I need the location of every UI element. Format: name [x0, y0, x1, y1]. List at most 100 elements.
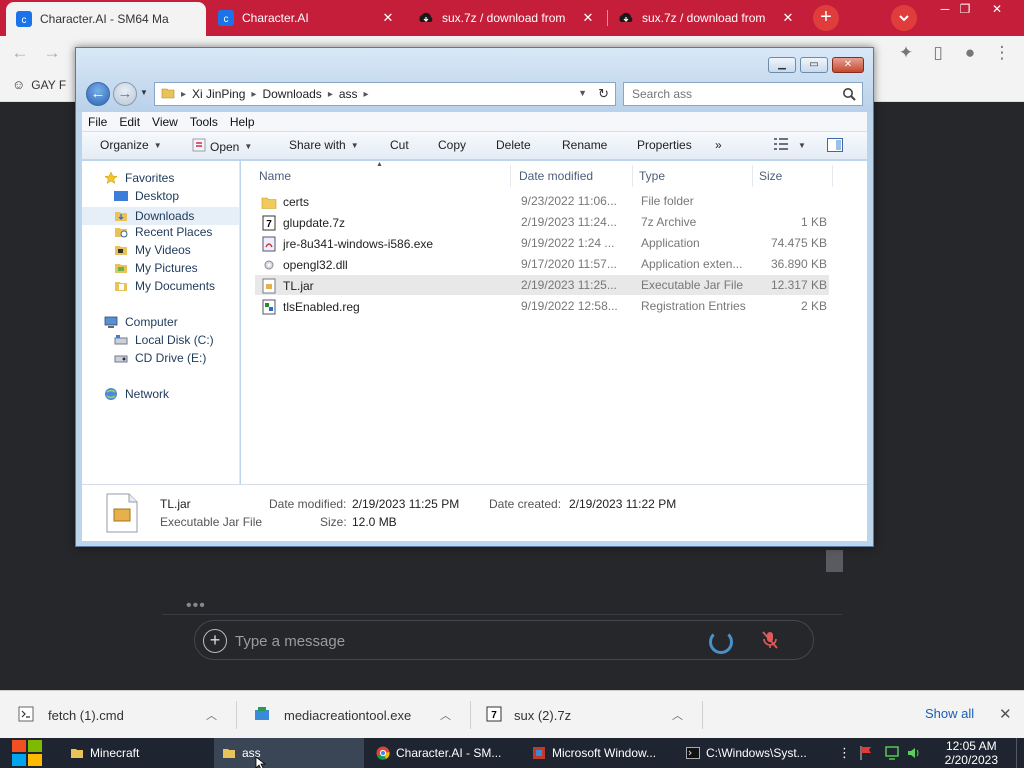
close-download-shelf-button[interactable]: ✕	[999, 705, 1012, 723]
delete-button[interactable]: Delete	[496, 138, 531, 152]
nav-my-videos[interactable]: My Videos	[114, 243, 191, 257]
rename-button[interactable]: Rename	[562, 138, 607, 152]
add-attachment-button[interactable]: +	[203, 629, 227, 653]
tab-character-ai[interactable]: c Character.AI ✕	[208, 2, 406, 34]
side-panel-icon[interactable]: ▯	[928, 43, 948, 63]
more-menu-icon[interactable]: ⋮	[992, 43, 1012, 63]
file-row[interactable]: jre-8u341-windows-i586.exe 9/19/2022 1:2…	[255, 233, 829, 253]
close-tab-icon[interactable]: ✕	[580, 10, 596, 26]
breadcrumb-xi-jinping[interactable]: Xi JinPing	[192, 87, 245, 101]
preview-pane-button[interactable]	[827, 138, 843, 155]
profile-avatar-icon[interactable]: ●	[960, 43, 980, 63]
nav-my-pictures[interactable]: My Pictures	[114, 261, 198, 275]
volume-icon[interactable]	[906, 745, 922, 764]
open-button[interactable]: Open ▼	[192, 138, 252, 155]
refresh-icon[interactable]: ↻	[598, 86, 609, 102]
address-dropdown-icon[interactable]: ▼	[578, 88, 587, 98]
breadcrumb-chevron-icon[interactable]: ▸	[364, 89, 369, 100]
chevron-up-icon[interactable]: ︿	[206, 707, 217, 723]
tab-sux-download-1[interactable]: sux.7z / download from ✕	[408, 2, 606, 34]
menu-edit[interactable]: Edit	[113, 115, 146, 129]
breadcrumb-ass[interactable]: ass	[339, 87, 358, 101]
breadcrumb-chevron-icon[interactable]: ▸	[181, 89, 186, 100]
organize-button[interactable]: Organize ▼	[100, 138, 162, 152]
svg-text:c: c	[22, 15, 27, 26]
explorer-close-button[interactable]: ✕	[832, 57, 864, 73]
download-item-mediacreationtool[interactable]: mediacreationtool.exe ︿	[254, 691, 462, 739]
nav-network[interactable]: Network	[104, 387, 169, 401]
menu-tools[interactable]: Tools	[184, 115, 224, 129]
network-status-icon[interactable]	[884, 745, 900, 764]
file-row-selected[interactable]: TL.jar 2/19/2023 11:25... Executable Jar…	[255, 275, 829, 295]
file-row[interactable]: opengl32.dll 9/17/2020 11:57... Applicat…	[255, 254, 829, 274]
explorer-minimize-button[interactable]: ▁	[768, 57, 796, 73]
restore-window-button[interactable]: ❐	[950, 0, 980, 20]
chevron-up-icon[interactable]: ︿	[440, 707, 451, 723]
explorer-forward-button[interactable]: →	[113, 82, 137, 106]
tab-sux-download-2[interactable]: sux.7z / download from ✕	[608, 2, 806, 34]
properties-button[interactable]: Properties	[637, 138, 692, 152]
search-box[interactable]	[623, 82, 863, 106]
show-all-downloads-link[interactable]: Show all	[925, 706, 974, 721]
message-input[interactable]: Type a message	[235, 633, 345, 650]
nav-downloads[interactable]: Downloads	[82, 207, 239, 225]
taskbar-item-minecraft[interactable]: Minecraft	[62, 738, 210, 768]
breadcrumb-chevron-icon[interactable]: ▸	[251, 89, 256, 100]
column-header-size[interactable]: Size	[753, 165, 833, 187]
close-tab-icon[interactable]: ✕	[380, 10, 396, 26]
file-row[interactable]: certs 9/23/2022 11:06... File folder	[255, 191, 829, 211]
system-clock[interactable]: 12:05 AM 2/20/2023	[945, 739, 998, 767]
nav-computer[interactable]: Computer	[104, 315, 178, 329]
page-scrollbar-thumb[interactable]	[826, 550, 843, 572]
address-bar[interactable]: ▸ Xi JinPing ▸ Downloads ▸ ass ▸ ▼ ↻	[154, 82, 616, 106]
menu-help[interactable]: Help	[224, 115, 261, 129]
explorer-maximize-button[interactable]: ▭	[800, 57, 828, 73]
taskbar-item-chrome[interactable]: Character.AI - SM...	[368, 738, 518, 768]
breadcrumb-chevron-icon[interactable]: ▸	[328, 89, 333, 100]
nav-favorites[interactable]: Favorites	[104, 171, 174, 185]
download-item-sux-7z[interactable]: 7 sux (2).7z ︿	[486, 691, 696, 739]
menu-view[interactable]: View	[146, 115, 184, 129]
nav-my-documents[interactable]: My Documents	[114, 279, 215, 293]
explorer-back-button[interactable]: ←	[86, 82, 110, 106]
cut-button[interactable]: Cut	[390, 138, 409, 152]
close-window-button[interactable]: ✕	[982, 0, 1012, 20]
back-icon[interactable]: ←	[10, 43, 30, 63]
nav-recent-places[interactable]: Recent Places	[114, 225, 212, 239]
nav-desktop[interactable]: Desktop	[114, 189, 179, 203]
file-row[interactable]: tlsEnabled.reg 9/19/2022 12:58... Regist…	[255, 296, 829, 316]
taskbar-item-cmd[interactable]: C:\Windows\Syst...	[678, 738, 828, 768]
more-commands-button[interactable]: »	[715, 138, 722, 152]
tab-search-button[interactable]	[891, 5, 917, 31]
search-icon[interactable]	[842, 87, 856, 104]
extensions-icon[interactable]: ✦	[896, 43, 916, 63]
menu-file[interactable]: File	[82, 115, 113, 129]
start-button[interactable]	[10, 738, 44, 768]
breadcrumb-downloads[interactable]: Downloads	[262, 87, 321, 101]
show-hidden-icons-button[interactable]: ⋮	[838, 745, 851, 761]
column-header-name[interactable]: Name	[253, 165, 511, 187]
share-with-button[interactable]: Share with ▼	[289, 138, 359, 152]
chevron-up-icon[interactable]: ︿	[672, 707, 683, 723]
file-row[interactable]: 7 glupdate.7z 2/19/2023 11:24... 7z Arch…	[255, 212, 829, 232]
action-center-flag-icon[interactable]	[858, 745, 874, 764]
nav-local-disk[interactable]: Local Disk (C:)	[114, 333, 214, 347]
copy-button[interactable]: Copy	[438, 138, 466, 152]
taskbar-item-microsoft-windows[interactable]: Microsoft Window...	[524, 738, 674, 768]
column-header-date-modified[interactable]: Date modified	[513, 165, 633, 187]
recent-pages-dropdown-icon[interactable]: ▼	[140, 88, 148, 97]
new-tab-button[interactable]: +	[813, 5, 839, 31]
taskbar-item-ass[interactable]: ass	[214, 738, 364, 768]
bookmark-item[interactable]: ☺ GAY F	[12, 77, 66, 92]
show-desktop-button[interactable]	[1016, 738, 1024, 768]
download-item-fetch-cmd[interactable]: fetch (1).cmd ︿	[18, 691, 228, 739]
mic-muted-icon[interactable]	[761, 630, 779, 655]
forward-icon[interactable]: →	[42, 43, 62, 63]
search-input[interactable]	[624, 83, 824, 105]
column-header-type[interactable]: Type	[633, 165, 753, 187]
close-tab-icon[interactable]: ✕	[780, 10, 796, 26]
tab-character-ai-sm64[interactable]: c Character.AI - SM64 Ma	[6, 2, 206, 36]
nav-cd-drive[interactable]: CD Drive (E:)	[114, 351, 206, 365]
message-composer[interactable]: + Type a message	[194, 620, 814, 660]
change-view-button[interactable]: ▼	[774, 138, 806, 153]
